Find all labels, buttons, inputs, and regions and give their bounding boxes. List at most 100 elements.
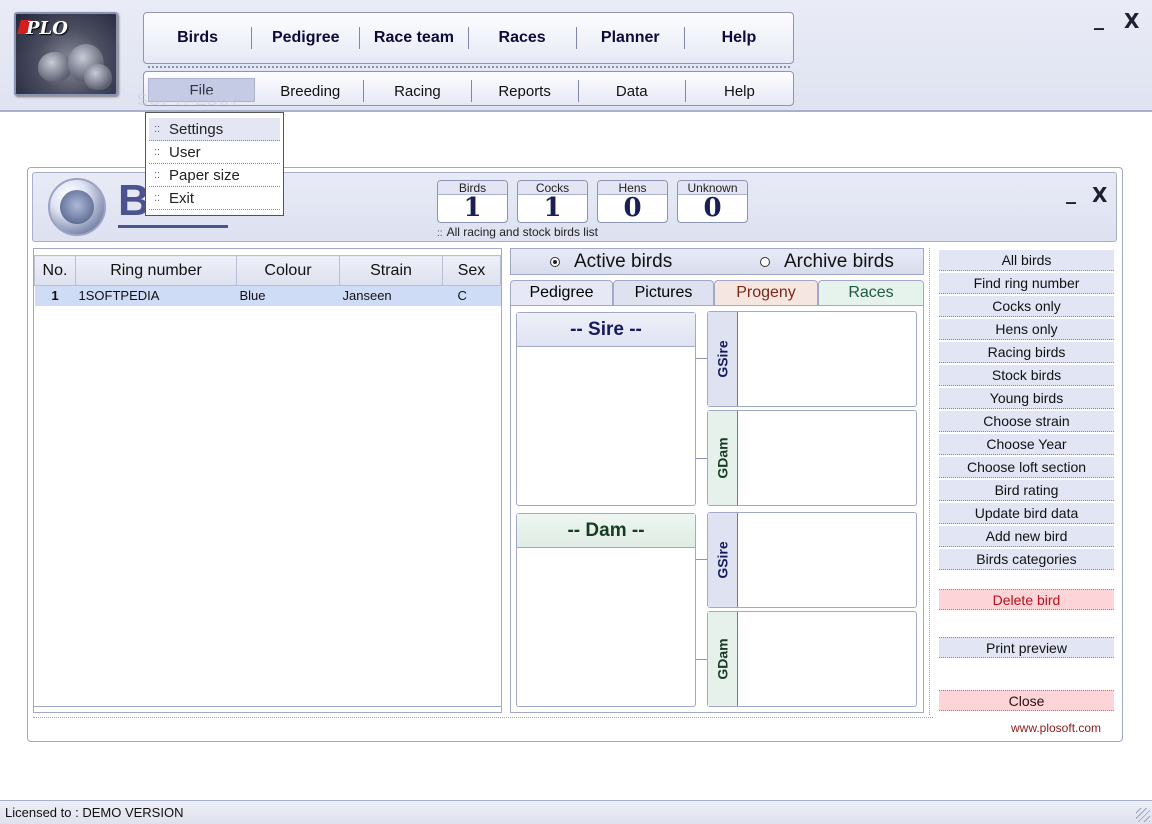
action-racing-birds[interactable]: Racing birds xyxy=(939,342,1114,363)
dropdown-label: Settings xyxy=(169,120,224,138)
action-find-ring-number[interactable]: Find ring number xyxy=(939,273,1114,294)
tab-pedigree[interactable]: Pedigree xyxy=(510,280,613,306)
table-row[interactable]: 1 1SOFTPEDIA Blue Janseen C xyxy=(34,285,501,306)
status-bar: Licensed to : DEMO VERSION xyxy=(0,800,1152,824)
tab-progeny[interactable]: Progeny xyxy=(714,280,818,306)
action-birds-categories[interactable]: Birds categories xyxy=(939,549,1114,570)
website-link[interactable]: www.plosoft.com xyxy=(1011,721,1101,735)
footer-divider xyxy=(33,717,933,718)
birds-table-panel xyxy=(33,248,502,713)
counter-unknown: Unknown 0 xyxy=(677,180,748,223)
gsire-side: GSire xyxy=(708,513,738,607)
menu-planner[interactable]: Planner xyxy=(577,27,685,49)
counter-value: 1 xyxy=(463,193,482,223)
column-header-ring-number[interactable]: Ring number xyxy=(75,255,237,286)
column-header-strain[interactable]: Strain xyxy=(339,255,443,286)
print-preview-button[interactable]: Print preview xyxy=(939,637,1114,658)
sire-gdam-box[interactable]: GDam xyxy=(707,410,917,506)
bullet-icon: :: xyxy=(154,123,161,135)
action-young-birds[interactable]: Young birds xyxy=(939,388,1114,409)
gsire-label: GSire xyxy=(714,340,731,378)
gdam-label: GDam xyxy=(714,638,731,680)
action-update-bird-data[interactable]: Update bird data xyxy=(939,503,1114,524)
dropdown-item-exit[interactable]: :: Exit xyxy=(149,187,280,210)
close-button[interactable]: Close xyxy=(939,690,1114,711)
sire-gsire-box[interactable]: GSire xyxy=(707,311,917,407)
dam-box[interactable]: -- Dam -- xyxy=(516,513,696,707)
action-all-birds[interactable]: All birds xyxy=(939,250,1114,271)
bullet-icon: :: xyxy=(154,146,161,158)
radio-unselected-icon xyxy=(760,257,770,267)
action-bird-rating[interactable]: Bird rating xyxy=(939,480,1114,501)
title-underline xyxy=(118,225,228,228)
dropdown-label: Paper size xyxy=(169,166,240,184)
dam-label: -- Dam -- xyxy=(517,514,695,548)
menu-birds[interactable]: Birds xyxy=(144,27,253,49)
action-divider xyxy=(929,248,930,715)
action-hens-only[interactable]: Hens only xyxy=(939,319,1114,340)
dam-gdam-box[interactable]: GDam xyxy=(707,611,917,707)
sub-menu: File Breeding Racing Reports Data Help xyxy=(143,71,794,106)
submenu-reports[interactable]: Reports xyxy=(472,80,579,102)
action-choose-loft-section[interactable]: Choose loft section xyxy=(939,457,1114,478)
bullet-icon: :: xyxy=(154,169,161,181)
gdam-label: GDam xyxy=(714,437,731,479)
dropdown-item-settings[interactable]: :: Settings xyxy=(149,118,280,141)
delete-bird-button[interactable]: Delete bird xyxy=(939,589,1114,610)
submenu-breeding[interactable]: Breeding xyxy=(257,80,365,102)
menu-divider xyxy=(148,66,790,68)
action-add-new-bird[interactable]: Add new bird xyxy=(939,526,1114,547)
cell-colour: Blue xyxy=(236,285,340,306)
cell-ring-number: 1SOFTPEDIA xyxy=(75,285,237,306)
pigeon-icon xyxy=(60,190,94,224)
app-minimize-button[interactable]: _ xyxy=(1094,6,1104,30)
dam-gsire-box[interactable]: GSire xyxy=(707,512,917,608)
dropdown-label: User xyxy=(169,143,201,161)
dropdown-item-paper-size[interactable]: :: Paper size xyxy=(149,164,280,187)
file-dropdown: :: Settings :: User :: Paper size :: Exi… xyxy=(145,112,284,216)
radio-label: Active birds xyxy=(574,251,673,272)
column-header-no[interactable]: No. xyxy=(34,255,76,286)
bullet-icon: :: xyxy=(437,228,443,239)
counter-value: 1 xyxy=(543,193,562,223)
tab-pictures[interactable]: Pictures xyxy=(613,280,714,306)
gdam-side: GDam xyxy=(708,411,738,505)
birds-table: No. Ring number Colour Strain Sex 1 1SOF… xyxy=(34,255,501,306)
main-menu: Birds Pedigree Race team Races Planner H… xyxy=(143,12,794,64)
app-close-button[interactable]: X xyxy=(1124,9,1139,33)
sire-box[interactable]: -- Sire -- xyxy=(516,312,696,506)
table-header: No. Ring number Colour Strain Sex xyxy=(34,255,501,286)
window-close-button[interactable]: X xyxy=(1092,183,1107,207)
column-header-colour[interactable]: Colour xyxy=(236,255,340,286)
submenu-help[interactable]: Help xyxy=(686,80,793,102)
counter-hens: Hens 0 xyxy=(597,180,668,223)
counter-caption: :: All racing and stock birds list xyxy=(437,225,598,239)
resize-grip-icon[interactable] xyxy=(1136,808,1150,822)
column-header-sex[interactable]: Sex xyxy=(442,255,501,286)
action-stock-birds[interactable]: Stock birds xyxy=(939,365,1114,386)
action-choose-year[interactable]: Choose Year xyxy=(939,434,1114,455)
cell-no: 1 xyxy=(34,285,76,306)
window-minimize-button[interactable]: _ xyxy=(1066,180,1076,204)
counter-cocks: Cocks 1 xyxy=(517,180,588,223)
pigeon-icon xyxy=(38,52,72,82)
menu-help[interactable]: Help xyxy=(685,27,793,49)
bullet-icon: :: xyxy=(154,192,161,204)
menu-races[interactable]: Races xyxy=(469,27,577,49)
app-logo: PLO xyxy=(14,12,118,96)
radio-active-birds[interactable]: Active birds xyxy=(550,251,672,273)
menu-race-team[interactable]: Race team xyxy=(360,27,469,49)
sire-label: -- Sire -- xyxy=(517,313,695,347)
action-list: All birds Find ring number Cocks only He… xyxy=(933,248,1118,715)
dropdown-item-user[interactable]: :: User xyxy=(149,141,280,164)
radio-archive-birds[interactable]: Archive birds xyxy=(760,251,894,273)
menu-pedigree[interactable]: Pedigree xyxy=(252,27,361,49)
gdam-side: GDam xyxy=(708,612,738,706)
license-text: Licensed to : DEMO VERSION xyxy=(5,805,184,820)
action-choose-strain[interactable]: Choose strain xyxy=(939,411,1114,432)
cell-strain: Janseen xyxy=(339,285,443,306)
submenu-racing[interactable]: Racing xyxy=(364,80,472,102)
action-cocks-only[interactable]: Cocks only xyxy=(939,296,1114,317)
tab-races[interactable]: Races xyxy=(818,280,924,306)
submenu-data[interactable]: Data xyxy=(579,80,686,102)
